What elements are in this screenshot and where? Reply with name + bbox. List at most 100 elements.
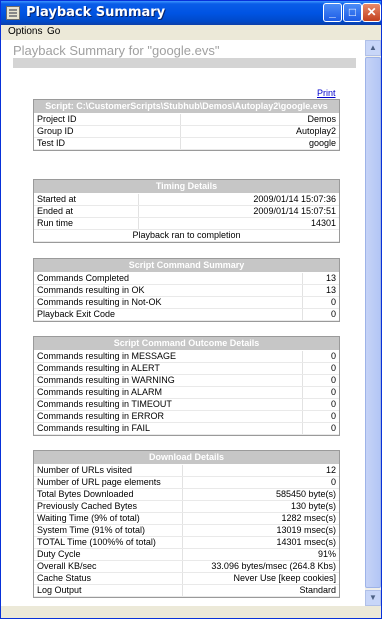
row-label: Test ID — [37, 138, 66, 148]
download-header: Download Details — [34, 451, 339, 465]
row-label: Previously Cached Bytes — [37, 501, 138, 511]
table-row: Number of URL page elements 0 — [34, 477, 339, 489]
row-value: 2009/01/14 15:07:36 — [253, 194, 336, 204]
scroll-down-arrow-icon[interactable]: ▼ — [365, 590, 381, 606]
row-label: Duty Cycle — [37, 549, 81, 559]
row-value: Never Use [keep cookies] — [233, 573, 336, 583]
table-row: Test ID google — [34, 138, 339, 150]
cell-divider — [182, 513, 183, 524]
cell-divider — [302, 375, 303, 386]
row-value: 0 — [330, 411, 336, 421]
row-label: Playback Exit Code — [37, 309, 116, 319]
table-row: Overall KB/sec 33.096 bytes/msec (264.8 K… — [34, 561, 339, 573]
playback-summary-window: Playback Summary _ □ ✕ Options Go Playba… — [0, 0, 382, 619]
row-value: 14301 — [310, 218, 336, 228]
cell-divider — [182, 489, 183, 500]
row-label: Commands resulting in ERROR — [37, 411, 165, 421]
row-value: 585450 byte(s) — [275, 489, 336, 499]
table-row: Commands resulting in ALARM 0 — [34, 387, 339, 399]
menu-options[interactable]: Options — [8, 26, 42, 37]
row-label: TOTAL Time (100%% of total) — [37, 537, 156, 547]
row-label: Run time — [37, 218, 74, 228]
table-row: Number of URLs visited 12 — [34, 465, 339, 477]
cell-divider — [182, 561, 183, 572]
table-row: Commands resulting in FAIL 0 — [34, 423, 339, 435]
row-value: 14301 msec(s) — [276, 537, 336, 547]
table-row: System Time (91% of total) 13019 msec(s) — [34, 525, 339, 537]
row-label: Number of URL page elements — [37, 477, 161, 487]
table-row: Started at 2009/01/14 15:07:36 — [34, 194, 339, 206]
row-value: 0 — [330, 351, 336, 361]
report-content: Playback Summary for "google.evs" Print … — [1, 40, 365, 606]
row-label: Number of URLs visited — [37, 465, 133, 475]
table-row: Commands Completed 13 — [34, 273, 339, 285]
status-bar — [1, 606, 381, 618]
row-value: 130 byte(s) — [290, 501, 336, 511]
row-label: Commands resulting in WARNING — [37, 375, 175, 385]
table-row: Commands resulting in MESSAGE 0 — [34, 351, 339, 363]
row-value: 1282 msec(s) — [281, 513, 336, 523]
table-row: TOTAL Time (100%% of total) 14301 msec(s) — [34, 537, 339, 549]
close-button[interactable]: ✕ — [362, 3, 381, 22]
row-label: Total Bytes Downloaded — [37, 489, 134, 499]
row-label: Commands resulting in MESSAGE — [37, 351, 177, 361]
table-row: Run time 14301 — [34, 218, 339, 230]
title-bar[interactable]: Playback Summary _ □ ✕ — [1, 1, 381, 25]
outcome-header: Script Command Outcome Details — [34, 337, 339, 351]
row-value: 13019 msec(s) — [276, 525, 336, 535]
vertical-scrollbar[interactable]: ▲ ▼ — [365, 40, 381, 606]
cell-divider — [180, 114, 181, 125]
cell-divider — [302, 363, 303, 374]
timing-note: Playback ran to completion — [34, 230, 339, 242]
table-row: Commands resulting in ALERT 0 — [34, 363, 339, 375]
page-heading: Playback Summary for "google.evs" — [13, 43, 220, 58]
row-label: Ended at — [37, 206, 74, 216]
row-value: 33.096 bytes/msec (264.8 Kbs) — [211, 561, 336, 571]
cell-divider — [138, 194, 139, 205]
row-label: Overall KB/sec — [37, 561, 97, 571]
row-value: 0 — [330, 375, 336, 385]
cell-divider — [302, 411, 303, 422]
cell-divider — [302, 387, 303, 398]
minimize-button[interactable]: _ — [323, 3, 342, 22]
cell-divider — [138, 206, 139, 217]
row-label: Cache Status — [37, 573, 92, 583]
cell-divider — [302, 399, 303, 410]
scroll-up-arrow-icon[interactable]: ▲ — [365, 40, 381, 56]
row-label: Commands resulting in ALARM — [37, 387, 163, 397]
cell-divider — [180, 126, 181, 137]
cell-divider — [182, 465, 183, 476]
cell-divider — [302, 285, 303, 296]
playback-status-text: Playback ran to completion — [132, 230, 241, 240]
row-value: 12 — [325, 465, 336, 475]
row-value: 0 — [330, 309, 336, 319]
table-row: Commands resulting in WARNING 0 — [34, 375, 339, 387]
table-row: Previously Cached Bytes 130 byte(s) — [34, 501, 339, 513]
row-label: Started at — [37, 194, 77, 204]
row-value: google — [308, 138, 336, 148]
row-label: Group ID — [37, 126, 74, 136]
table-row: Commands resulting in TIMEOUT 0 — [34, 399, 339, 411]
row-label: Commands resulting in OK — [37, 285, 145, 295]
download-details-table: Download Details Number of URLs visited 1… — [33, 450, 340, 598]
table-row: Log Output Standard — [34, 585, 339, 597]
row-value: 13 — [325, 285, 336, 295]
row-value: Demos — [307, 114, 336, 124]
timing-header: Timing Details — [34, 180, 339, 194]
menu-go[interactable]: Go — [47, 26, 60, 37]
table-row: Ended at 2009/01/14 15:07:51 — [34, 206, 339, 218]
row-label: Project ID — [37, 114, 77, 124]
cell-divider — [302, 423, 303, 434]
print-link[interactable]: Print — [317, 88, 336, 98]
command-outcome-table: Script Command Outcome Details Commands … — [33, 336, 340, 436]
row-value: 0 — [330, 297, 336, 307]
cell-divider — [302, 351, 303, 362]
row-value: 91% — [317, 549, 336, 559]
table-row: Commands resulting in OK 13 — [34, 285, 339, 297]
cell-divider — [182, 477, 183, 488]
window-title: Playback Summary — [26, 5, 166, 20]
row-label: System Time (91% of total) — [37, 525, 146, 535]
cell-divider — [182, 573, 183, 584]
maximize-button[interactable]: □ — [343, 3, 362, 22]
scrollbar-thumb[interactable] — [365, 57, 381, 588]
